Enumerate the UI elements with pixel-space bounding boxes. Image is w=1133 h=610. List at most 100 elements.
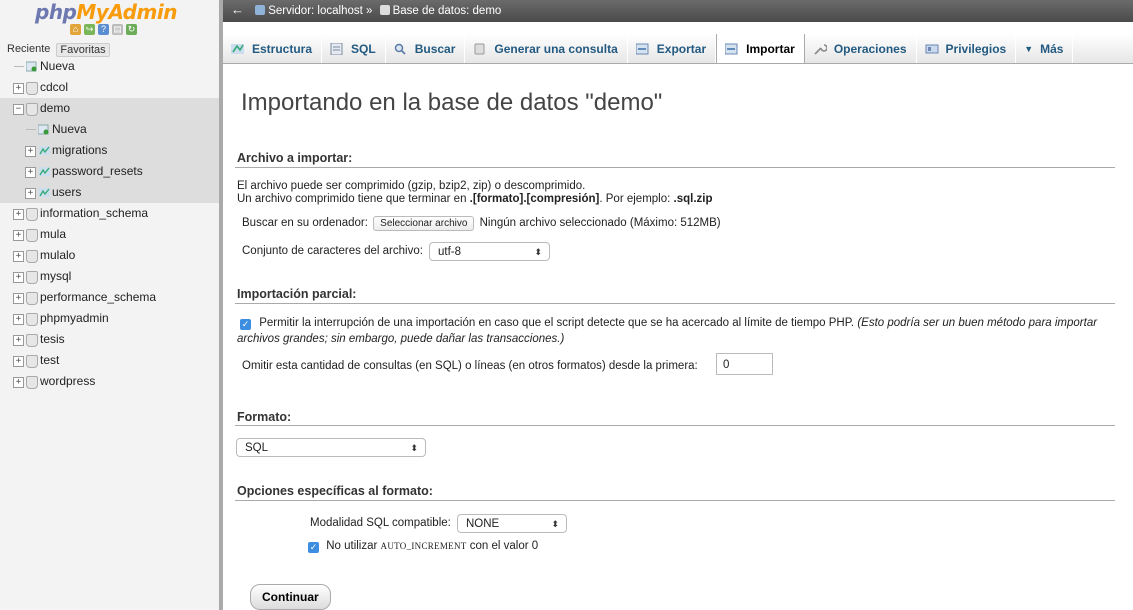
tree-item-label: mula xyxy=(40,227,67,241)
database-icon xyxy=(379,5,390,15)
collapse-arrow-icon[interactable]: ← xyxy=(231,2,244,17)
tree-item-label: demo xyxy=(40,101,71,115)
database-icon xyxy=(26,334,38,347)
tree-item-tesis[interactable]: + tesis xyxy=(0,329,219,350)
tree-item-information-schema[interactable]: + information_schema xyxy=(0,203,219,224)
server-icon xyxy=(255,5,266,15)
sql-compat-select[interactable]: NONE ⬍ xyxy=(457,514,567,533)
divider xyxy=(235,425,1115,426)
expand-icon[interactable]: + xyxy=(25,188,36,199)
expand-icon[interactable]: + xyxy=(13,356,24,367)
collapse-icon[interactable]: − xyxy=(13,104,24,115)
format-section-title: Formato: xyxy=(237,410,292,424)
top-bar: ← Servidor: localhost » Base de datos: d… xyxy=(223,0,1133,31)
tree-item-mula[interactable]: + mula xyxy=(0,224,219,245)
expand-icon[interactable]: + xyxy=(25,167,36,178)
continue-button[interactable]: Continuar xyxy=(250,584,331,610)
divider xyxy=(235,167,1115,168)
tree-item-label: mulalo xyxy=(40,248,76,262)
skip-label: Omitir esta cantidad de consultas (en SQ… xyxy=(242,360,698,372)
expand-icon[interactable]: + xyxy=(13,293,24,304)
chevron-down-icon: ▼ xyxy=(1024,43,1034,54)
logout-icon[interactable]: ↪ xyxy=(84,24,95,35)
breadcrumb-server[interactable]: Servidor: localhost » xyxy=(268,5,372,17)
home-icon[interactable]: ⌂ xyxy=(70,24,81,35)
tree-item-label: migrations xyxy=(52,143,108,157)
tree-item-nueva[interactable]: Nueva xyxy=(0,119,219,140)
divider xyxy=(235,500,1115,501)
database-icon xyxy=(26,250,38,263)
import-page: Importando en la base de datos "demo" Ar… xyxy=(223,63,1133,610)
database-icon xyxy=(26,82,38,95)
file-section-title: Archivo a importar: xyxy=(237,151,353,165)
allow-interrupt-checkbox[interactable]: ✓ xyxy=(240,319,251,330)
database-icon xyxy=(26,355,38,368)
database-icon xyxy=(26,229,38,242)
file-description: El archivo puede ser comprimido (gzip, b… xyxy=(237,180,586,192)
docs-icon[interactable]: ▤ xyxy=(112,24,123,35)
tree-item-label: users xyxy=(52,185,82,199)
no-auto-increment-checkbox[interactable]: ✓ xyxy=(308,542,319,553)
tab-operations[interactable]: Operaciones xyxy=(805,34,917,63)
tree-item-wordpress[interactable]: + wordpress xyxy=(0,371,219,392)
table-icon xyxy=(39,167,50,176)
tab-search[interactable]: Buscar xyxy=(386,34,466,63)
tab-sql[interactable]: SQL xyxy=(322,34,386,63)
tab-query[interactable]: Generar una consulta xyxy=(465,34,628,63)
format-select[interactable]: SQL ⬍ xyxy=(236,438,426,457)
breadcrumb: ← Servidor: localhost » Base de datos: d… xyxy=(223,0,1133,22)
phpmyadmin-logo[interactable]: phpMyAdmin xyxy=(35,0,177,24)
tree-item-mulalo[interactable]: + mulalo xyxy=(0,245,219,266)
skip-queries-input[interactable]: 0 xyxy=(716,353,773,375)
tab-privileges[interactable]: Privilegios xyxy=(917,34,1017,63)
divider xyxy=(235,303,1115,304)
expand-icon[interactable]: + xyxy=(13,272,24,283)
import-icon xyxy=(725,43,738,54)
database-icon xyxy=(26,271,38,284)
tab-structure[interactable]: Estructura xyxy=(223,34,323,63)
tree-item-demo[interactable]: − demo xyxy=(0,98,219,119)
tree-item-label: information_schema xyxy=(40,206,149,220)
tree-item-users[interactable]: + users xyxy=(0,182,219,203)
database-icon xyxy=(26,376,38,389)
expand-icon[interactable]: + xyxy=(13,335,24,346)
tree-item-phpmyadmin[interactable]: + phpmyadmin xyxy=(0,308,219,329)
choose-file-button[interactable]: Seleccionar archivo xyxy=(373,216,475,231)
tree-item-migrations[interactable]: + migrations xyxy=(0,140,219,161)
tab-recent[interactable]: Reciente xyxy=(4,43,53,57)
tree-item-cdcol[interactable]: + cdcol xyxy=(0,77,219,98)
tree-item-label: password_resets xyxy=(52,164,143,178)
expand-icon[interactable]: + xyxy=(13,314,24,325)
tree-item-performance-schema[interactable]: + performance_schema xyxy=(0,287,219,308)
tree-item-mysql[interactable]: + mysql xyxy=(0,266,219,287)
breadcrumb-database[interactable]: Base de datos: demo xyxy=(393,5,502,17)
export-icon xyxy=(635,43,649,54)
reload-icon[interactable]: ↻ xyxy=(126,24,137,35)
no-auto-increment-label[interactable]: No utilizar AUTO_INCREMENT con el valor … xyxy=(326,540,538,552)
tree-item-label: Nueva xyxy=(52,122,87,136)
expand-icon[interactable]: + xyxy=(13,251,24,262)
tree-item-test[interactable]: + test xyxy=(0,350,219,371)
database-icon xyxy=(26,313,38,326)
help-icon[interactable]: ? xyxy=(98,24,109,35)
expand-icon[interactable]: + xyxy=(13,209,24,220)
new-icon xyxy=(26,61,37,72)
tab-export[interactable]: Exportar xyxy=(628,34,717,63)
select-caret-icon: ⬍ xyxy=(551,519,559,529)
tab-favorites[interactable]: Favoritas xyxy=(56,43,110,57)
privileges-icon xyxy=(925,44,939,53)
tab-import[interactable]: Importar xyxy=(716,34,805,63)
expand-icon[interactable]: + xyxy=(25,146,36,157)
database-icon xyxy=(26,292,38,305)
charset-select[interactable]: utf-8 ⬍ xyxy=(429,242,550,261)
allow-interrupt-label[interactable]: Permitir la interrupción de una importac… xyxy=(259,317,854,329)
tree-item-password-resets[interactable]: + password_resets xyxy=(0,161,219,182)
tab-more[interactable]: ▼ Más xyxy=(1016,34,1074,63)
file-description-2: Un archivo comprimido tiene que terminar… xyxy=(237,193,713,205)
tree-item-nueva[interactable]: Nueva xyxy=(0,56,219,77)
expand-icon[interactable]: + xyxy=(13,83,24,94)
expand-icon[interactable]: + xyxy=(13,230,24,241)
nav-icons: ⌂ ↪ ? ▤ ↻ xyxy=(70,24,137,35)
database-tree: Nueva + cdcol − demo Nueva + migrations + passwor… xyxy=(0,56,219,392)
expand-icon[interactable]: + xyxy=(13,377,24,388)
